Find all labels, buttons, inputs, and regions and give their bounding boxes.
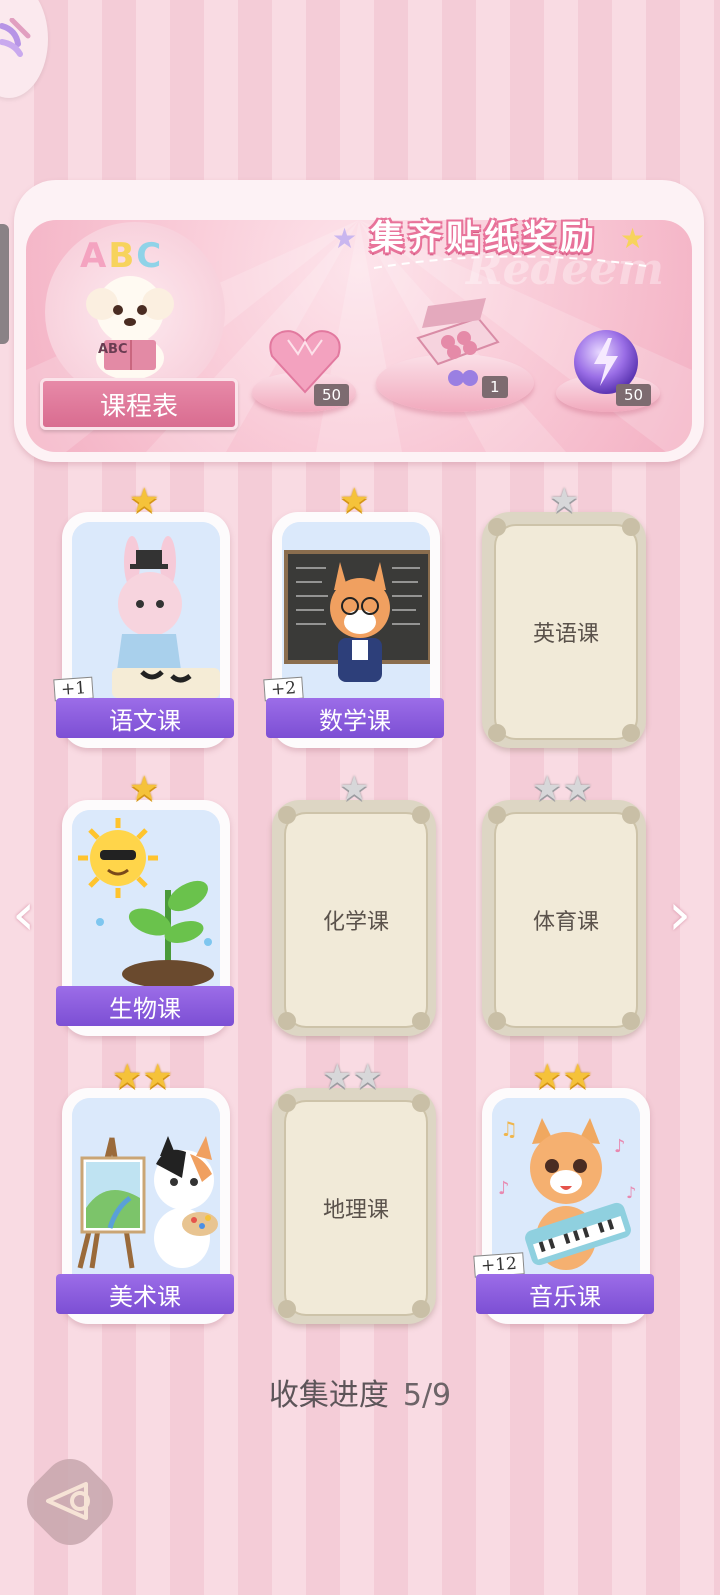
reward-count: 1	[482, 376, 508, 398]
course-card[interactable]: 生物课	[56, 800, 234, 1036]
gold-star-icon: ★	[129, 481, 160, 521]
paw-swirl-icon	[0, 18, 31, 57]
star-deco-icon: ★	[332, 222, 358, 255]
frame-corner-ornament	[488, 1012, 506, 1030]
gold-star-icon: ★	[129, 769, 160, 809]
course-label: 音乐课	[476, 1274, 654, 1314]
locked-course-label: 地理课	[284, 1100, 428, 1316]
side-drawer-tab[interactable]	[0, 224, 9, 344]
dashed-arc	[373, 255, 647, 269]
star-rating: ★ ★	[322, 1060, 383, 1094]
gold-star-icon: ★	[562, 1057, 593, 1097]
course-illustration	[72, 1098, 220, 1278]
gold-star-icon: ★	[532, 1057, 563, 1097]
frame-corner-ornament	[488, 724, 506, 742]
gold-star-icon: ★	[339, 481, 370, 521]
reward-count: 50	[314, 384, 350, 406]
course-label: 语文课	[56, 698, 234, 738]
course-illustration	[282, 522, 430, 702]
frame-corner-ornament	[488, 518, 506, 536]
collection-progress: 收集进度 5/9	[0, 1370, 720, 1414]
frame-corner-ornament	[622, 724, 640, 742]
gold-star-icon: ★	[112, 1057, 143, 1097]
progress-label: 收集进度	[268, 1378, 389, 1413]
frame-corner-ornament	[278, 1094, 296, 1112]
frame-corner-ornament	[412, 1094, 430, 1112]
locked-course-label: 化学课	[284, 812, 428, 1028]
course-label: 生物课	[56, 986, 234, 1026]
locked-course-label: 体育课	[494, 812, 638, 1028]
svg-text:♫: ♫	[500, 1117, 518, 1141]
svg-text:♪: ♪	[498, 1178, 510, 1199]
reward-count: 50	[616, 384, 652, 406]
course-label: 数学课	[266, 698, 444, 738]
book-abc-text: ABC	[98, 342, 128, 357]
frame-corner-ornament	[278, 1012, 296, 1030]
star-deco-icon: ★	[620, 222, 646, 255]
course-illustration	[72, 810, 220, 990]
frame-corner-ornament	[622, 1012, 640, 1030]
course-illustration: ♫ ♪ ♪ ♪	[492, 1098, 640, 1278]
back-arrow-icon	[46, 1482, 90, 1520]
frame-corner-ornament	[412, 806, 430, 824]
silver-star-icon: ★	[339, 769, 370, 809]
star-rating: ★ ★	[112, 1060, 173, 1094]
frame-corner-ornament	[622, 518, 640, 536]
star-rating: ★	[129, 484, 159, 518]
star-rating: ★	[339, 772, 369, 806]
locked-course-label: 英语课	[494, 524, 638, 740]
course-illustration	[72, 522, 220, 702]
gold-star-icon: ★	[142, 1057, 173, 1097]
silver-star-icon: ★	[549, 481, 580, 521]
frame-corner-ornament	[488, 806, 506, 824]
frame-corner-ornament	[622, 806, 640, 824]
svg-text:♪: ♪	[626, 1183, 636, 1202]
silver-star-icon: ★	[562, 769, 593, 809]
course-card[interactable]: 美术课	[56, 1088, 234, 1324]
course-label: 美术课	[56, 1274, 234, 1314]
schedule-label[interactable]: 课程表	[40, 378, 238, 430]
silver-star-icon: ★	[352, 1057, 383, 1097]
course-card[interactable]: +2 数学课	[263, 512, 444, 748]
progress-value: 5/9	[402, 1378, 452, 1413]
frame-corner-ornament	[412, 1300, 430, 1318]
gift-box-icon[interactable]	[408, 298, 502, 388]
silver-star-icon: ★	[532, 769, 563, 809]
svg-text:♪: ♪	[614, 1136, 626, 1157]
star-rating: ★	[339, 484, 369, 518]
star-rating: ★ ★	[532, 1060, 593, 1094]
prev-page-button[interactable]: ‹	[12, 880, 35, 948]
course-card[interactable]: ♫ ♪ ♪ ♪ +12 音乐课	[473, 1088, 654, 1324]
puppy-reading-icon	[86, 276, 174, 380]
course-card[interactable]: 化学课	[272, 800, 436, 1036]
course-card[interactable]: +1 语文课	[53, 512, 234, 748]
course-card[interactable]: 体育课	[482, 800, 646, 1036]
star-rating: ★	[129, 772, 159, 806]
star-rating: ★ ★	[532, 772, 593, 806]
frame-corner-ornament	[278, 1300, 296, 1318]
star-rating: ★	[549, 484, 579, 518]
course-card[interactable]: 地理课	[272, 1088, 436, 1324]
course-card[interactable]: 英语课	[482, 512, 646, 748]
frame-corner-ornament	[412, 1012, 430, 1030]
next-page-button[interactable]: ›	[668, 880, 691, 948]
silver-star-icon: ★	[322, 1057, 353, 1097]
frame-corner-ornament	[278, 806, 296, 824]
menu-bubble[interactable]	[0, 0, 48, 98]
